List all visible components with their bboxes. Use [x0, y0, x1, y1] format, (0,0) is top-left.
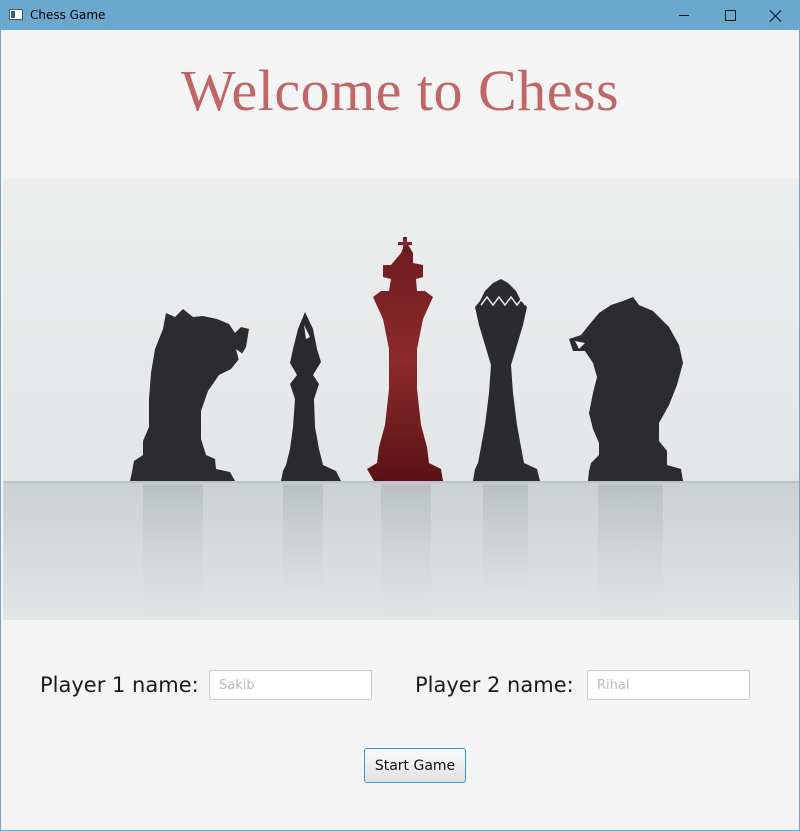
app-window: Chess Game Welcome to Chess Player 1 nam…	[0, 0, 800, 831]
maximize-icon	[724, 10, 736, 21]
minimize-icon	[679, 15, 689, 16]
player2-name-input[interactable]	[587, 670, 750, 700]
chess-pieces-image	[3, 179, 799, 620]
maximize-button[interactable]	[707, 1, 753, 30]
close-button[interactable]	[753, 1, 799, 30]
player2-label: Player 2 name:	[415, 673, 574, 697]
title-bar[interactable]: Chess Game	[1, 1, 799, 30]
start-game-button[interactable]: Start Game	[364, 748, 466, 783]
close-icon	[770, 10, 782, 22]
player1-name-input[interactable]	[209, 670, 372, 700]
app-icon	[9, 9, 23, 20]
minimize-button[interactable]	[661, 1, 707, 30]
player1-label: Player 1 name:	[40, 673, 199, 697]
page-title: Welcome to Chess	[180, 58, 620, 123]
window-title: Chess Game	[30, 8, 106, 22]
